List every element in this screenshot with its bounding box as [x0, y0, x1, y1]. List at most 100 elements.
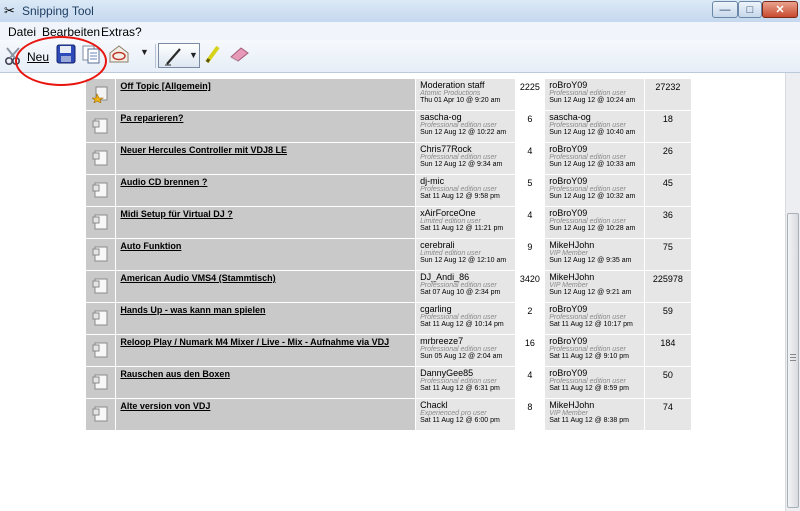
table-row: Pa reparieren? sascha-og Professional edit… [84, 110, 693, 143]
starter-name[interactable]: xAirForceOne [420, 208, 515, 218]
last-poster-name[interactable]: roBroY09 [549, 368, 644, 378]
starter-date: Sat 11 Aug 12 @ 10:14 pm [420, 321, 504, 328]
pen-button[interactable]: ▼ [158, 43, 200, 68]
send-snip-button[interactable]: ▼ [108, 44, 154, 66]
highlighter-icon [205, 45, 220, 64]
table-row: American Audio VMS4 (Stammtisch) DJ_Andi_… [84, 270, 693, 303]
starter-name[interactable]: mrbreeze7 [420, 336, 515, 346]
views-cell: 75 [643, 238, 693, 271]
last-post-date: Sat 11 Aug 12 @ 9:10 pm [549, 353, 629, 360]
topic-cell: Off Topic [Allgemein] [115, 78, 417, 111]
starter-cell: Moderation staff Atomic Productions Thu 01… [415, 78, 516, 111]
last-poster-name[interactable]: roBroY09 [549, 208, 644, 218]
last-post-cell: roBroY09 Professional edition user Sat 11 … [544, 334, 645, 367]
reply-count: 4 [527, 210, 533, 220]
last-poster-name[interactable]: sascha-og [549, 112, 644, 122]
topic-link[interactable]: Off Topic [Allgemein] [120, 81, 415, 91]
last-post-cell: roBroY09 Professional edition user Sat 11 … [544, 366, 645, 399]
topic-icon-cell [84, 398, 117, 431]
replies-cell: 6 [514, 110, 546, 143]
topic-link[interactable]: Midi Setup für Virtual DJ ? [120, 209, 415, 219]
last-poster-name[interactable]: MikeHJohn [549, 400, 644, 410]
topic-link[interactable]: Reloop Play / Numark M4 Mixer / Live - M… [120, 337, 415, 347]
topic-link[interactable]: Neuer Hercules Controller mit VDJ8 LE [120, 145, 415, 155]
vertical-scrollbar[interactable] [785, 73, 800, 511]
menu-datei[interactable]: Datei [8, 25, 36, 39]
view-count: 45 [662, 178, 673, 188]
starter-name[interactable]: DannyGee85 [420, 368, 515, 378]
last-poster-role: VIP Member [549, 250, 588, 257]
minimize-button[interactable]: — [712, 1, 738, 18]
starter-name[interactable]: Chris77Rock [420, 144, 515, 154]
starter-name[interactable]: Moderation staff [420, 80, 515, 90]
chevron-down-icon: ▼ [140, 47, 149, 57]
topic-icon [92, 310, 108, 326]
last-poster-name[interactable]: roBroY09 [549, 80, 644, 90]
starter-role: Experienced pro user [420, 410, 487, 417]
reply-count: 4 [527, 146, 533, 156]
last-post-date: Sun 12 Aug 12 @ 10:33 am [549, 161, 636, 168]
starter-date: Sat 07 Aug 10 @ 2:34 pm [420, 289, 501, 296]
last-poster-name[interactable]: MikeHJohn [549, 240, 644, 250]
reply-count: 4 [527, 370, 533, 380]
scrollbar-thumb[interactable] [787, 213, 799, 508]
starter-role: Professional edition user [420, 186, 497, 193]
topic-link[interactable]: American Audio VMS4 (Stammtisch) [120, 273, 415, 283]
last-poster-name[interactable]: roBroY09 [549, 336, 644, 346]
topic-link[interactable]: Hands Up - was kann man spielen [120, 305, 415, 315]
topic-link[interactable]: Audio CD brennen ? [120, 177, 415, 187]
close-button[interactable]: ✕ [762, 1, 798, 18]
starter-cell: sascha-og Professional edition user Sun 12… [415, 110, 516, 143]
topic-link[interactable]: Alte version von VDJ [120, 401, 415, 411]
last-poster-name[interactable]: roBroY09 [549, 144, 644, 154]
replies-cell: 3420 [514, 270, 546, 303]
last-poster-role: Professional edition user [549, 186, 626, 193]
views-cell: 225978 [643, 270, 693, 303]
topic-icon [92, 374, 108, 390]
topic-cell: Neuer Hercules Controller mit VDJ8 LE [115, 142, 417, 175]
starter-name[interactable]: sascha-og [420, 112, 515, 122]
replies-cell: 5 [514, 174, 546, 207]
starter-name[interactable]: cerebrali [420, 240, 515, 250]
reply-count: 9 [527, 242, 533, 252]
sticky-topic-icon [90, 86, 108, 104]
last-post-date: Sun 12 Aug 12 @ 10:32 am [549, 193, 636, 200]
last-poster-name[interactable]: roBroY09 [549, 304, 644, 314]
menu-help[interactable]: ? [135, 25, 142, 39]
maximize-button[interactable]: □ [738, 1, 762, 18]
topic-cell: Rauschen aus den Boxen [115, 366, 417, 399]
eraser-button[interactable] [228, 45, 250, 67]
topic-link[interactable]: Pa reparieren? [120, 113, 415, 123]
starter-name[interactable]: Chackl [420, 400, 515, 410]
last-poster-role: Professional edition user [549, 314, 626, 321]
last-poster-name[interactable]: roBroY09 [549, 176, 644, 186]
menu-extras[interactable]: Extras [101, 25, 135, 39]
starter-name[interactable]: cgarling [420, 304, 515, 314]
view-count: 184 [660, 338, 676, 348]
highlighter-button[interactable] [204, 44, 224, 66]
last-post-cell: roBroY09 Professional edition user Sun 12 … [544, 206, 645, 239]
reply-count: 16 [524, 338, 535, 348]
starter-role: Professional edition user [420, 282, 497, 289]
replies-cell: 4 [514, 142, 546, 175]
topic-icon-cell [84, 110, 117, 143]
last-poster-name[interactable]: MikeHJohn [549, 272, 644, 282]
replies-cell: 2 [514, 302, 546, 335]
starter-name[interactable]: DJ_Andi_86 [420, 272, 515, 282]
table-row: Midi Setup für Virtual DJ ? xAirForceOne L… [84, 206, 693, 239]
topic-link[interactable]: Rauschen aus den Boxen [120, 369, 415, 379]
topic-cell: Reloop Play / Numark M4 Mixer / Live - M… [115, 334, 417, 367]
view-count: 26 [662, 146, 673, 156]
view-count: 59 [662, 306, 673, 316]
starter-name[interactable]: dj-mic [420, 176, 515, 186]
topic-icon [92, 214, 108, 230]
annotation-circle [15, 36, 107, 86]
topic-link[interactable]: Auto Funktion [120, 241, 415, 251]
last-poster-role: Professional edition user [549, 90, 626, 97]
window-title: Snipping Tool [22, 4, 94, 18]
topic-cell: Audio CD brennen ? [115, 174, 417, 207]
table-row: Rauschen aus den Boxen DannyGee85 Professi… [84, 366, 693, 399]
starter-cell: Chackl Experienced pro user Sat 11 Aug 12 … [415, 398, 516, 431]
last-post-date: Sun 12 Aug 12 @ 9:21 am [549, 289, 632, 296]
topic-cell: Midi Setup für Virtual DJ ? [115, 206, 417, 239]
